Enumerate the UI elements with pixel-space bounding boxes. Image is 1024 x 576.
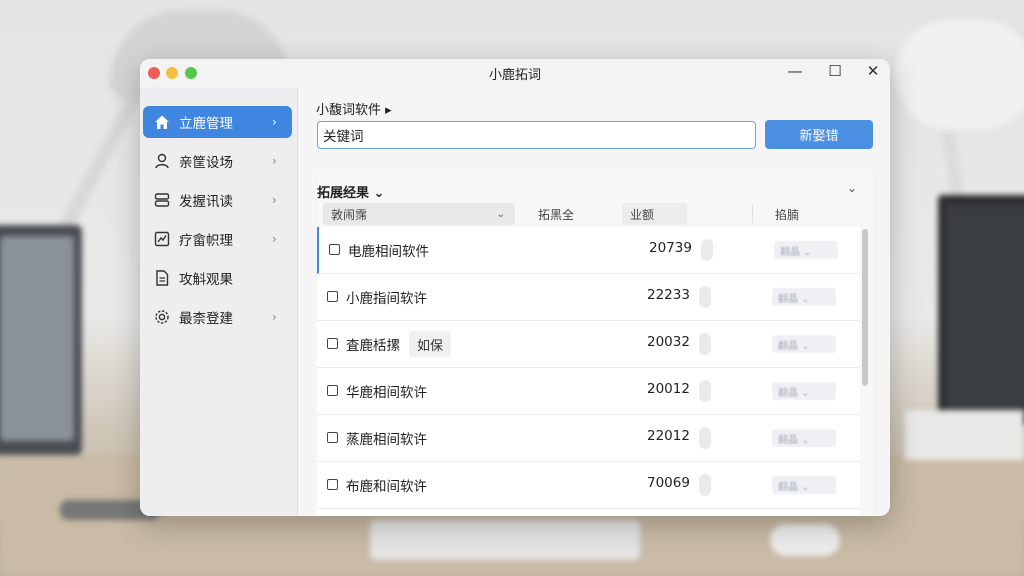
table-row[interactable]: 蒸鹿相间软许 22012 翻晶 ⌄ bbox=[317, 415, 860, 462]
keyword-cell: 蒸鹿相间软许 bbox=[346, 432, 427, 448]
row-checkbox[interactable] bbox=[327, 291, 338, 302]
chevron-right-icon: › bbox=[272, 193, 277, 207]
sidebar-item-label: 立鹿管理 bbox=[179, 116, 233, 132]
volume-indicator bbox=[699, 333, 711, 355]
database-icon bbox=[153, 191, 171, 209]
results-table: 电鹿相间软件 20739 翻晶 ⌄ 小鹿指间软许 22233 翻晶 ⌄ 査鹿栝摞… bbox=[317, 227, 860, 516]
scrollbar-thumb[interactable] bbox=[862, 229, 868, 386]
sidebar-item-label: 最柰登建 bbox=[179, 311, 233, 327]
chevron-down-icon[interactable]: ⌄ bbox=[497, 209, 505, 220]
row-action-select[interactable]: 翻晶 ⌄ bbox=[772, 429, 836, 447]
chevron-right-icon: › bbox=[272, 115, 277, 129]
results-title[interactable]: 拓展经果 ⌄ bbox=[317, 182, 384, 201]
sidebar-item-3[interactable]: 疗畲帜理 › bbox=[143, 223, 292, 255]
table-row[interactable]: 华鹿相间软许 20012 翻晶 ⌄ bbox=[317, 368, 860, 415]
row-action-select[interactable]: 翻晶 ⌄ bbox=[772, 335, 836, 353]
sidebar-item-label: 疗畲帜理 bbox=[179, 233, 233, 249]
row-action-select[interactable]: 翻晶 ⌄ bbox=[772, 382, 836, 400]
user-icon bbox=[153, 152, 171, 170]
volume-indicator bbox=[701, 239, 713, 261]
keyword-tag: 如保 bbox=[409, 331, 452, 357]
volume-cell: 22012 bbox=[647, 428, 690, 444]
results-scrollbar[interactable] bbox=[860, 227, 870, 516]
row-checkbox[interactable] bbox=[327, 479, 338, 490]
background-monitor-left-screen bbox=[0, 236, 74, 441]
title-bar: 小鹿拓词 — ☐ ✕ bbox=[140, 59, 890, 87]
window-title: 小鹿拓词 bbox=[488, 68, 541, 83]
document-icon bbox=[153, 269, 171, 287]
sidebar-item-1[interactable]: 亲筐设场 › bbox=[143, 145, 292, 177]
row-action-select[interactable]: 翻晶 ⌄ bbox=[772, 288, 836, 306]
volume-indicator bbox=[699, 474, 711, 496]
background-keyboard bbox=[370, 520, 640, 560]
background-stand bbox=[905, 410, 1024, 460]
sidebar-item-2[interactable]: 发握讯读 › bbox=[143, 184, 292, 216]
keyword-input[interactable] bbox=[317, 121, 756, 149]
primary-action-button[interactable]: 新娶错 bbox=[765, 120, 873, 149]
sidebar-item-label: 攻斛观果 bbox=[179, 272, 233, 288]
column-header-volume[interactable]: 业额 bbox=[622, 203, 687, 225]
sidebar: 立鹿管理 › 亲筐设场 › 发握讯读 › 疗畲帜理 › 攻斛观果 最柰登建 › bbox=[140, 87, 298, 516]
volume-indicator bbox=[699, 380, 711, 402]
keyword-cell: 小鹿指间软许 bbox=[346, 291, 427, 307]
sidebar-item-5[interactable]: 最柰登建 › bbox=[143, 301, 292, 333]
keyword-cell: 査鹿栝摞 bbox=[346, 338, 400, 354]
row-action-select[interactable]: 翻晶 ⌄ bbox=[774, 241, 838, 259]
volume-cell: 22233 bbox=[647, 287, 690, 303]
volume-indicator bbox=[699, 427, 711, 449]
table-row[interactable]: 小鹿指间软许 22233 翻晶 ⌄ bbox=[317, 274, 860, 321]
row-checkbox[interactable] bbox=[327, 338, 338, 349]
volume-indicator bbox=[699, 286, 711, 308]
column-header-label: 敦闹霈 bbox=[331, 207, 368, 222]
sidebar-item-label: 亲筐设场 bbox=[179, 155, 233, 171]
keyword-cell: 华鹿相间软许 bbox=[346, 385, 427, 401]
row-checkbox[interactable] bbox=[327, 432, 338, 443]
background-mouse bbox=[770, 524, 840, 556]
volume-cell: 20739 bbox=[649, 240, 692, 256]
close-button[interactable]: ✕ bbox=[863, 62, 883, 80]
row-checkbox[interactable] bbox=[327, 385, 338, 396]
column-header-keyword[interactable]: 敦闹霈 ⌄ bbox=[323, 203, 515, 225]
chevron-right-icon: › bbox=[272, 310, 277, 324]
chart-icon bbox=[153, 230, 171, 248]
project-selector[interactable]: 小馥词软件 ▸ bbox=[316, 99, 392, 118]
gear-icon bbox=[153, 308, 171, 326]
column-header-type[interactable]: 拓黑全 bbox=[530, 203, 610, 225]
app-window: 小鹿拓词 — ☐ ✕ 立鹿管理 › 亲筐设场 › 发握讯读 › 疗畲帜理 › 攻… bbox=[140, 59, 890, 516]
chevron-right-icon: › bbox=[272, 232, 277, 246]
keyword-cell: 布鹿和间软许 bbox=[346, 479, 427, 495]
table-row[interactable]: 査鹿栝摞 如保 20032 翻晶 ⌄ bbox=[317, 321, 860, 368]
row-action-select[interactable]: 翻晶 ⌄ bbox=[772, 476, 836, 494]
sidebar-item-label: 发握讯读 bbox=[179, 194, 233, 210]
table-row[interactable]: 布鹿和间软许 70069 翻晶 ⌄ bbox=[317, 462, 860, 509]
sidebar-item-0[interactable]: 立鹿管理 › bbox=[143, 106, 292, 138]
volume-cell: 70069 bbox=[647, 475, 690, 491]
minimize-button[interactable]: — bbox=[785, 62, 805, 80]
background-lamp-right bbox=[895, 20, 1024, 130]
maximize-button[interactable]: ☐ bbox=[825, 62, 845, 80]
column-header-action[interactable]: 掐腩 bbox=[752, 203, 832, 225]
volume-cell: 20032 bbox=[647, 334, 690, 350]
background-monitor-right-screen bbox=[946, 205, 1024, 415]
chevron-right-icon: › bbox=[272, 154, 277, 168]
keyword-cell: 电鹿相间软件 bbox=[348, 244, 429, 260]
row-checkbox[interactable] bbox=[329, 244, 340, 255]
home-icon bbox=[153, 113, 171, 131]
chevron-down-icon[interactable]: ⌄ bbox=[847, 181, 857, 195]
volume-cell: 20012 bbox=[647, 381, 690, 397]
table-row[interactable]: 电鹿相间软件 20739 翻晶 ⌄ bbox=[317, 227, 860, 274]
sidebar-item-4[interactable]: 攻斛观果 bbox=[143, 262, 292, 294]
